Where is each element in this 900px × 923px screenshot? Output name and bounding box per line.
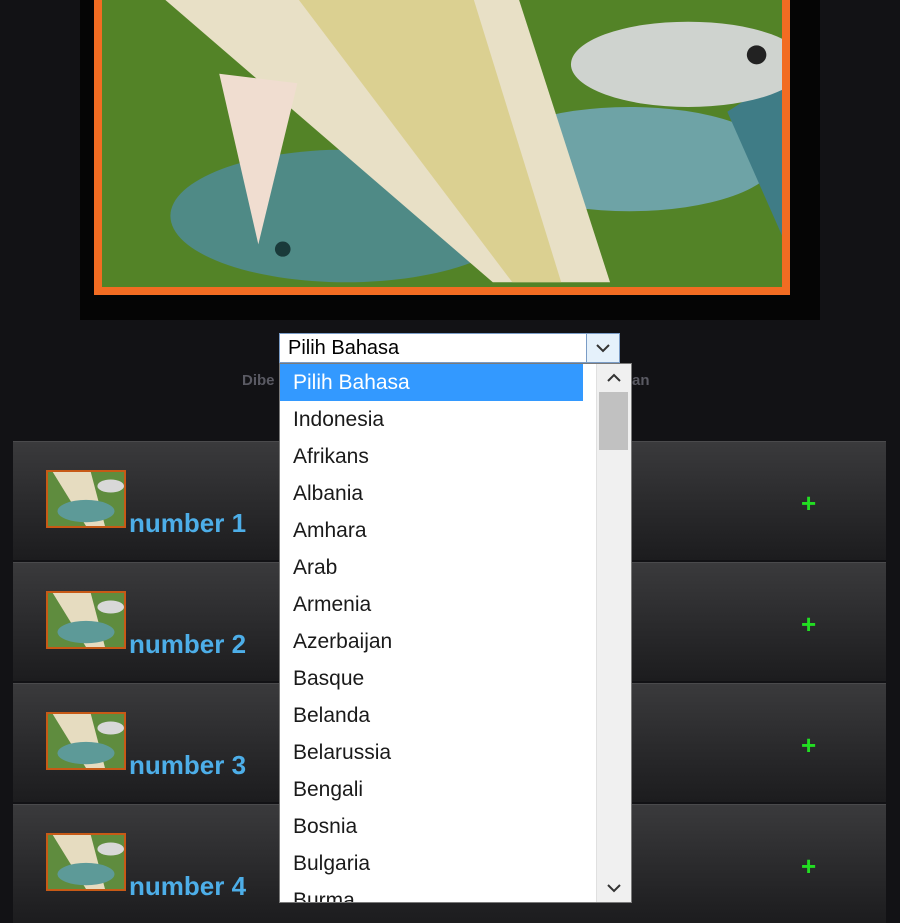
scrollbar-thumb[interactable] (599, 392, 628, 450)
language-option[interactable]: Belarussia (280, 734, 583, 771)
language-select[interactable]: Pilih Bahasa (279, 333, 620, 363)
fish-photo (94, 0, 790, 295)
language-option[interactable]: Basque (280, 660, 583, 697)
language-option[interactable]: Belanda (280, 697, 583, 734)
list-item-label[interactable]: number 1 (129, 508, 246, 539)
expand-plus-icon[interactable]: + (801, 730, 816, 761)
expand-plus-icon[interactable]: + (801, 609, 816, 640)
powered-by-text-left: Dibe (242, 372, 275, 389)
list-item-label[interactable]: number 4 (129, 871, 246, 902)
expand-plus-icon[interactable]: + (801, 851, 816, 882)
language-option[interactable]: Amhara (280, 512, 583, 549)
chevron-down-icon[interactable] (597, 874, 631, 902)
language-dropdown-list[interactable]: Pilih Bahasa Indonesia Afrikans Albania … (279, 363, 632, 903)
language-option[interactable]: Afrikans (280, 438, 583, 475)
language-option[interactable]: Bulgaria (280, 845, 583, 882)
list-item-label[interactable]: number 3 (129, 750, 246, 781)
fish-thumbnail (46, 470, 126, 528)
hero-image-frame (80, 0, 820, 320)
language-option[interactable]: Indonesia (280, 401, 583, 438)
language-option[interactable]: Azerbaijan (280, 623, 583, 660)
language-option[interactable]: Arab (280, 549, 583, 586)
dropdown-scrollbar[interactable] (596, 364, 631, 902)
language-option[interactable]: Bosnia (280, 808, 583, 845)
expand-plus-icon[interactable]: + (801, 488, 816, 519)
fish-thumbnail (46, 591, 126, 649)
language-option[interactable]: Bengali (280, 771, 583, 808)
language-option[interactable]: Armenia (280, 586, 583, 623)
list-item-label[interactable]: number 2 (129, 629, 246, 660)
language-select-value: Pilih Bahasa (288, 337, 400, 359)
chevron-down-icon[interactable] (586, 334, 619, 362)
chevron-up-icon[interactable] (597, 364, 631, 392)
fish-thumbnail (46, 712, 126, 770)
language-option[interactable]: Pilih Bahasa (280, 364, 583, 401)
language-option[interactable]: Albania (280, 475, 583, 512)
fish-thumbnail (46, 833, 126, 891)
powered-by-text-right: an (632, 372, 650, 389)
